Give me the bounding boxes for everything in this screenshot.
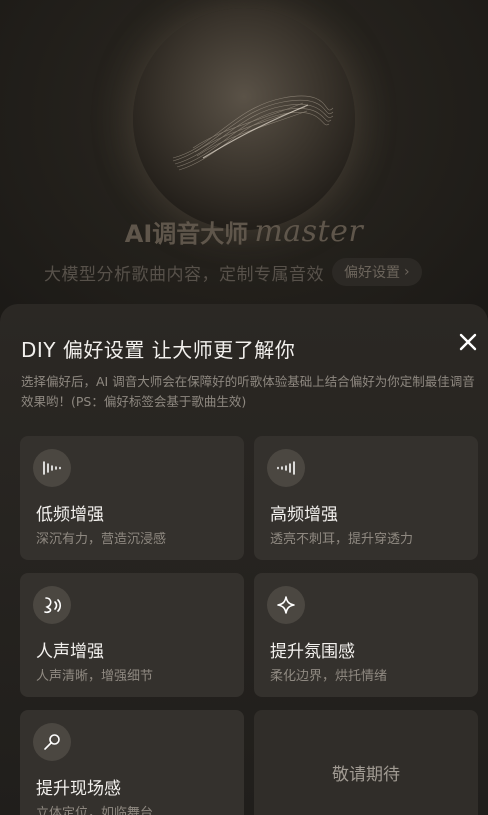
preference-sheet: DIY 偏好设置 让大师更了解你 选择偏好后，AI 调音大师会在保障好的听歌体验…	[0, 304, 488, 815]
sheet-title: DIY 偏好设置 让大师更了解你	[21, 338, 296, 362]
option-card-voice[interactable]: 人声增强 人声清晰，增强细节	[20, 573, 244, 697]
option-desc: 柔化边界，烘托情绪	[270, 669, 388, 684]
hero-title-en: master	[254, 214, 364, 249]
preference-settings-button[interactable]: 偏好设置 ›	[332, 258, 422, 286]
option-name: 低频增强	[36, 505, 104, 525]
option-card-atmosphere[interactable]: 提升氛围感 柔化边界，烘托情绪	[254, 573, 478, 697]
option-desc: 透亮不刺耳，提升穿透力	[270, 532, 414, 547]
close-icon	[459, 333, 477, 351]
hero-banner: AI调音大师 master 大模型分析歌曲内容，定制专属音效 偏好设置 ›	[0, 0, 488, 330]
microphone-icon	[33, 723, 71, 761]
option-name: 人声增强	[36, 642, 104, 662]
hero-subtitle: 大模型分析歌曲内容，定制专属音效	[44, 264, 324, 285]
orb-visual	[133, 8, 355, 230]
option-desc: 立体定位，如临舞台	[36, 806, 154, 815]
hero-subtitle-row: 大模型分析歌曲内容，定制专属音效 偏好设置 ›	[44, 258, 422, 286]
sheet-description: 选择偏好后，AI 调音大师会在保障好的听歌体验基础上结合偏好为你定制最佳调音效果…	[21, 374, 475, 409]
option-card-live[interactable]: 提升现场感 立体定位，如临舞台	[20, 710, 244, 815]
option-desc: 深沉有力，营造沉浸感	[36, 532, 167, 547]
option-card-bass[interactable]: 低频增强 深沉有力，营造沉浸感	[20, 436, 244, 560]
hero-title-cn: AI调音大师	[124, 220, 249, 248]
option-name: 提升现场感	[36, 779, 121, 799]
coming-soon-card: 敬请期待	[254, 710, 478, 815]
voice-icon	[33, 586, 71, 624]
option-card-treble[interactable]: 高频增强 透亮不刺耳，提升穿透力	[254, 436, 478, 560]
preference-settings-label: 偏好设置	[344, 265, 400, 281]
chevron-right-icon: ›	[404, 264, 410, 280]
sparkle-icon	[267, 586, 305, 624]
coming-soon-label: 敬请期待	[332, 764, 400, 785]
close-button[interactable]	[452, 326, 484, 358]
treble-wave-icon	[267, 449, 305, 487]
hero-title: AI调音大师 master	[0, 214, 488, 254]
bass-wave-icon	[33, 449, 71, 487]
option-name: 提升氛围感	[270, 642, 355, 662]
option-name: 高频增强	[270, 505, 338, 525]
option-desc: 人声清晰，增强细节	[36, 669, 154, 684]
wave-art	[172, 95, 334, 171]
